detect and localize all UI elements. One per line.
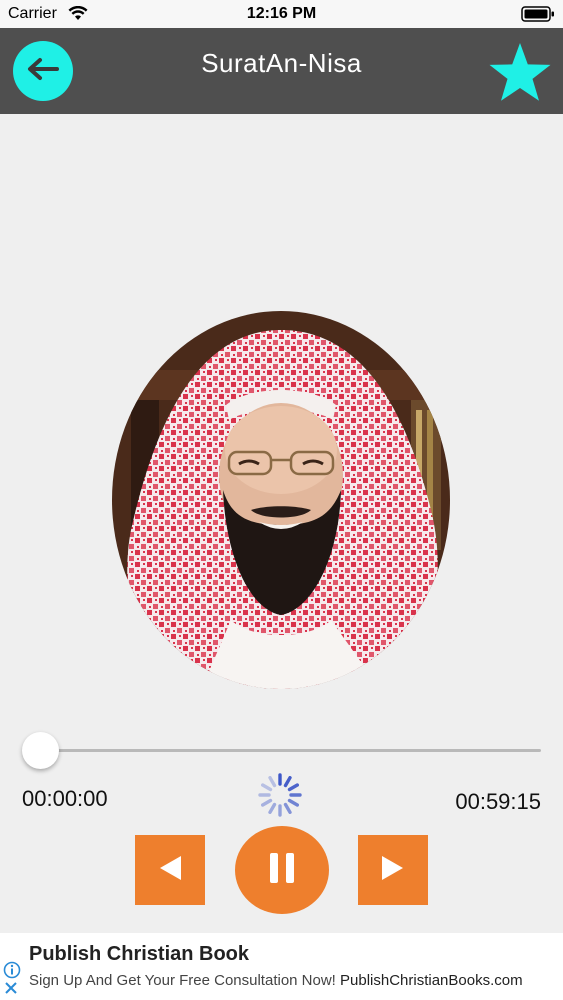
- total-duration: 00:59:15: [455, 789, 541, 814]
- player-screen: Carrier 12:16 PM SuratAn-Nisa 00:00:00 0…: [0, 0, 563, 1000]
- loading-spinner-icon: [256, 771, 304, 819]
- page-title: SuratAn-Nisa: [201, 48, 362, 78]
- triangle-left-icon: [157, 854, 183, 887]
- star-icon: [487, 43, 553, 107]
- next-button[interactable]: [358, 835, 428, 905]
- previous-button[interactable]: [135, 835, 205, 905]
- ad-domain: PublishChristianBooks.com: [340, 972, 523, 989]
- status-bar: Carrier 12:16 PM: [0, 0, 563, 28]
- ad-subtitle-text: Sign Up And Get Your Free Consultation N…: [29, 972, 341, 989]
- nav-bar: SuratAn-Nisa: [0, 28, 563, 114]
- ad-banner[interactable]: Publish Christian Book Sign Up And Get Y…: [0, 933, 563, 1000]
- battery-icon: [521, 6, 555, 27]
- ad-subtitle[interactable]: Sign Up And Get Your Free Consultation N…: [29, 972, 523, 989]
- ad-title[interactable]: Publish Christian Book: [29, 943, 249, 966]
- triangle-right-icon: [380, 854, 406, 887]
- seek-track[interactable]: [40, 749, 541, 752]
- pause-button[interactable]: [235, 826, 329, 914]
- seek-thumb[interactable]: [22, 732, 59, 769]
- status-time: 12:16 PM: [246, 5, 317, 22]
- reciter-portrait: [111, 310, 451, 690]
- close-icon[interactable]: [4, 981, 18, 1000]
- elapsed-time: 00:00:00: [22, 786, 108, 811]
- pause-icon: [264, 850, 300, 891]
- favorite-button[interactable]: [487, 41, 553, 103]
